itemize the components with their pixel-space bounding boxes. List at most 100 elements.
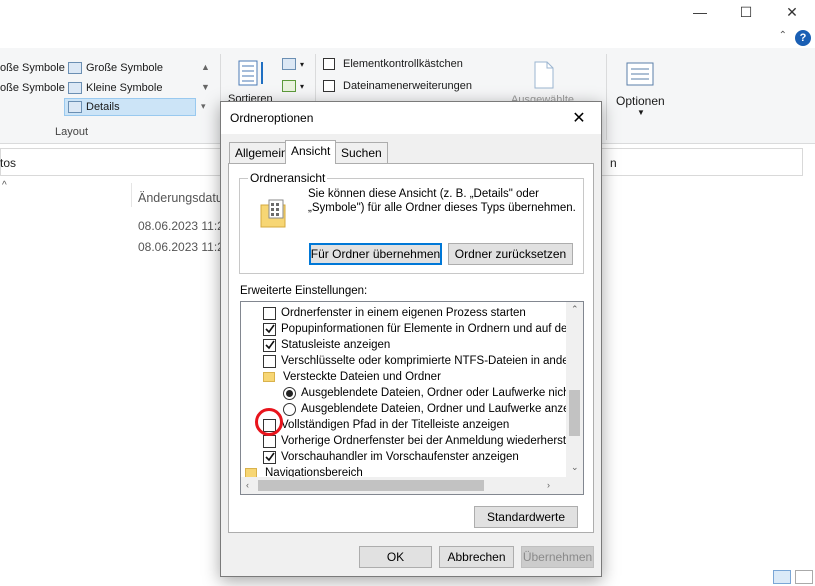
tab-view[interactable]: Ansicht (285, 140, 337, 164)
radio-selected-icon[interactable] (283, 386, 296, 400)
layout-scroll-down-icon[interactable]: ▼ (201, 82, 210, 92)
close-window-button[interactable]: ✕ (769, 0, 815, 24)
advanced-setting-label: Ausgeblendete Dateien, Ordner oder Laufw… (301, 387, 583, 399)
folder-view-description: Sie können diese Ansicht (z. B. „Details… (308, 188, 576, 214)
small-icons-icon (68, 82, 82, 94)
tab-search[interactable]: Suchen (335, 142, 388, 163)
address-bar-text: tos (0, 156, 17, 170)
advanced-setting-label: Vorschauhandler im Vorschaufenster anzei… (281, 451, 519, 463)
collapse-ribbon-icon[interactable]: ⌃ (779, 30, 787, 41)
highlight-annotation-ring (255, 408, 283, 436)
ribbon-group-layout-label: Layout (55, 126, 89, 138)
advanced-setting-label: Ausgeblendete Dateien, Ordner und Laufwe… (301, 403, 579, 415)
layout-scroll-up-icon[interactable]: ▲ (201, 62, 210, 72)
advanced-setting-row[interactable]: Vollständigen Pfad in der Titelleiste an… (263, 417, 583, 433)
minimize-button[interactable]: — (677, 0, 723, 24)
advanced-setting-row[interactable]: Ordnerfenster in einem eigenen Prozess s… (263, 305, 583, 321)
checkbox-checked-icon[interactable] (263, 322, 276, 336)
vertical-scroll-thumb[interactable] (569, 390, 580, 436)
checkbox-unchecked-icon[interactable] (263, 306, 276, 320)
column-header-modified[interactable]: Änderungsdatu (138, 191, 223, 205)
group-icon (282, 58, 296, 70)
window-controls: — ☐ ✕ (677, 0, 815, 24)
dialog-title: Ordneroptionen (230, 111, 314, 125)
reset-folders-button[interactable]: Ordner zurücksetzen (448, 243, 573, 265)
scroll-up-icon[interactable]: ⌃ (571, 304, 579, 315)
hide-selected-icon (532, 60, 556, 90)
tree-horizontal-scrollbar[interactable]: ‹ › (241, 477, 583, 494)
advanced-settings-tree[interactable]: Ordnerfenster in einem eigenen Prozess s… (240, 301, 584, 495)
advanced-setting-row[interactable]: Verschlüsselte oder komprimierte NTFS-Da… (263, 353, 583, 369)
advanced-settings-label: Erweiterte Einstellungen: (240, 285, 368, 297)
large-icons-view-icon[interactable] (795, 570, 813, 584)
ribbon-layout-small-icons[interactable]: Kleine Symbole (68, 82, 162, 94)
item-checkboxes-box (323, 58, 335, 70)
options-dropdown-icon[interactable]: ▼ (637, 108, 645, 117)
advanced-setting-label: Popupinformationen für Elemente in Ordne… (281, 323, 584, 335)
ribbon-layout-large-icons-partial[interactable]: oße Symbole (0, 62, 65, 74)
add-columns-icon[interactable]: ▾ (282, 80, 304, 92)
checkbox-unchecked-icon[interactable] (263, 354, 276, 368)
sort-icon[interactable] (237, 58, 267, 88)
sort-indicator-icon: ^ (2, 180, 7, 191)
advanced-setting-label: Statusleiste anzeigen (281, 339, 391, 351)
item-checkboxes-toggle[interactable]: Elementkontrollkästchen (323, 58, 463, 70)
advanced-setting-label: Verschlüsselte oder komprimierte NTFS-Da… (281, 355, 583, 367)
view-tab-panel: Ordneransicht Sie können diese Ansicht (… (228, 163, 594, 533)
ribbon-layout-details[interactable]: Details (68, 101, 120, 113)
apply-button[interactable]: Übernehmen (521, 546, 594, 568)
advanced-setting-row[interactable]: Ausgeblendete Dateien, Ordner oder Laufw… (283, 385, 583, 401)
advanced-setting-label: Versteckte Dateien und Ordner (283, 371, 441, 383)
advanced-setting-label: Vorherige Ordnerfenster bei der Anmeldun… (281, 435, 578, 447)
large-icons-icon (68, 62, 82, 74)
advanced-setting-row[interactable]: Popupinformationen für Elemente in Ordne… (263, 321, 583, 337)
radio-unselected-icon[interactable] (283, 402, 296, 416)
apply-to-folders-button[interactable]: Für Ordner übernehmen (309, 243, 442, 265)
folder-options-dialog: Ordneroptionen ✕ Allgemein Ansicht Suche… (220, 101, 602, 577)
advanced-setting-label: Ordnerfenster in einem eigenen Prozess s… (281, 307, 526, 319)
column-separator (131, 183, 132, 207)
horizontal-scroll-thumb[interactable] (258, 480, 484, 491)
folder-view-label: Ordneransicht (248, 171, 328, 185)
options-icon[interactable] (626, 62, 654, 86)
ribbon-separator-3 (606, 54, 607, 140)
restore-defaults-button[interactable]: Standardwerte (474, 506, 578, 528)
cancel-button[interactable]: Abbrechen (439, 546, 514, 568)
advanced-setting-row[interactable]: Vorherige Ordnerfenster bei der Anmeldun… (263, 433, 583, 449)
ribbon-layout-large-icons[interactable]: Große Symbole (68, 62, 163, 74)
checkbox-checked-icon[interactable] (263, 450, 276, 464)
details-view-icon[interactable] (773, 570, 791, 584)
view-toggle-group (773, 570, 813, 584)
dialog-close-icon[interactable]: ✕ (557, 102, 601, 134)
tree-vertical-scrollbar[interactable]: ⌃ ⌄ (566, 302, 583, 478)
help-icon[interactable]: ? (795, 30, 811, 46)
advanced-setting-row[interactable]: Ausgeblendete Dateien, Ordner und Laufwe… (283, 401, 583, 417)
folder-view-icon (260, 199, 290, 229)
search-box-fragment: n (610, 156, 617, 170)
group-by-icon[interactable]: ▾ (282, 58, 304, 70)
ribbon-layout-large-icons-partial-2[interactable]: oße Symbole (0, 82, 65, 94)
scroll-left-icon[interactable]: ‹ (246, 480, 249, 490)
ok-button[interactable]: OK (359, 546, 432, 568)
file-row-date: 08.06.2023 11:25 (138, 240, 231, 254)
advanced-setting-row[interactable]: Vorschauhandler im Vorschaufenster anzei… (263, 449, 583, 465)
tab-general[interactable]: Allgemein (229, 142, 294, 163)
options-button-label[interactable]: Optionen (616, 94, 665, 108)
checkbox-unchecked-icon[interactable] (263, 434, 276, 448)
scroll-down-icon[interactable]: ⌄ (571, 462, 579, 473)
scroll-right-icon[interactable]: › (547, 480, 550, 490)
details-icon (68, 101, 82, 113)
columns-icon (282, 80, 296, 92)
layout-expand-icon[interactable]: ▾ (201, 101, 206, 112)
checkbox-checked-icon[interactable] (263, 338, 276, 352)
file-extensions-box (323, 80, 335, 92)
file-extensions-toggle[interactable]: Dateinamenerweiterungen (323, 80, 472, 92)
advanced-setting-row: Versteckte Dateien und Ordner (263, 369, 583, 385)
file-row-date: 08.06.2023 11:25 (138, 219, 231, 233)
advanced-setting-label: Vollständigen Pfad in der Titelleiste an… (281, 419, 510, 431)
folder-icon (263, 372, 275, 382)
dialog-title-bar: Ordneroptionen ✕ (221, 102, 601, 134)
maximize-button[interactable]: ☐ (723, 0, 769, 24)
folder-view-group: Ordneransicht Sie können diese Ansicht (… (239, 171, 584, 274)
advanced-setting-row[interactable]: Statusleiste anzeigen (263, 337, 583, 353)
